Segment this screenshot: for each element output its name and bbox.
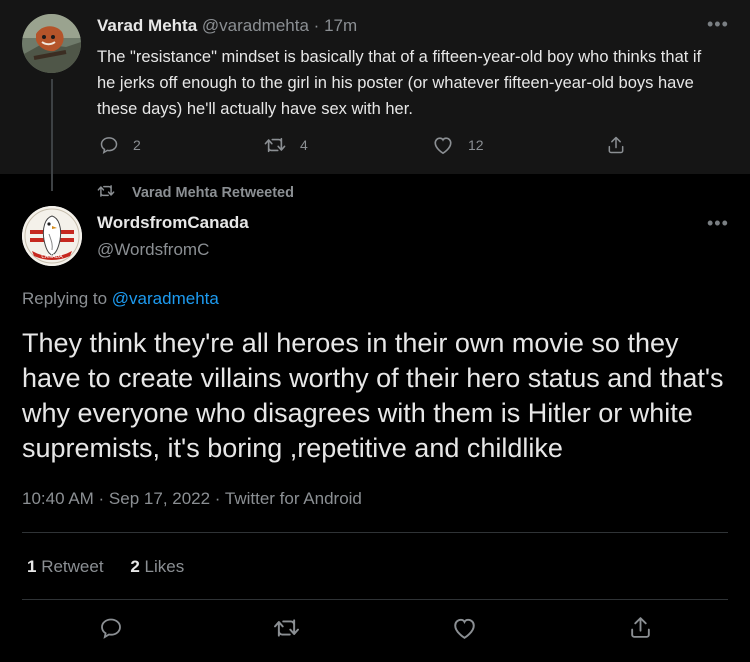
parent-tweet-header: Varad Mehta @varadmehta · 17m bbox=[97, 16, 357, 36]
reply-icon bbox=[99, 135, 119, 155]
retweet-indicator-icon bbox=[97, 183, 132, 203]
varad-mehta-avatar[interactable] bbox=[22, 14, 81, 73]
retweets-stat[interactable]: 1 Retweet bbox=[27, 557, 104, 576]
share-icon bbox=[628, 615, 653, 640]
parent-reply-button[interactable]: 2 bbox=[99, 135, 141, 155]
wordsfromcanada-avatar[interactable]: CANADA bbox=[22, 206, 82, 266]
main-tweet-text: They think they're all heroes in their o… bbox=[22, 328, 724, 463]
main-retweet-button[interactable] bbox=[273, 616, 300, 640]
retweet-icon bbox=[273, 616, 300, 640]
parent-tweet-time[interactable]: 17m bbox=[324, 16, 357, 35]
divider-bottom bbox=[22, 599, 728, 600]
retweets-label: Retweet bbox=[41, 557, 104, 576]
retweeted-by-indicator[interactable]: Varad Mehta Retweeted bbox=[97, 183, 294, 203]
retweets-count: 1 bbox=[27, 557, 37, 576]
parent-retweet-button[interactable]: 4 bbox=[264, 135, 308, 155]
main-author-handle[interactable]: @WordsfromC bbox=[97, 240, 209, 260]
parent-author-handle[interactable]: @varadmehta bbox=[202, 16, 309, 35]
parent-share-button[interactable] bbox=[606, 135, 626, 155]
likes-stat[interactable]: 2 Likes bbox=[130, 557, 184, 576]
parent-reply-count: 2 bbox=[133, 137, 141, 153]
replying-to-prefix: Replying to bbox=[22, 289, 108, 308]
replying-to-link[interactable]: @varadmehta bbox=[112, 289, 219, 308]
reply-icon bbox=[99, 616, 123, 640]
parent-retweet-count: 4 bbox=[300, 137, 308, 153]
parent-like-button[interactable]: 12 bbox=[432, 135, 484, 155]
main-reply-button[interactable] bbox=[99, 616, 123, 640]
replying-to-line: Replying to @varadmehta bbox=[22, 289, 219, 309]
divider-top bbox=[22, 532, 728, 533]
like-icon bbox=[451, 616, 478, 640]
retweet-icon bbox=[264, 135, 286, 155]
main-author-name[interactable]: WordsfromCanada bbox=[97, 213, 249, 233]
avatar-badge-text: CANADA bbox=[41, 254, 63, 260]
main-like-button[interactable] bbox=[451, 616, 478, 640]
main-more-options-button[interactable]: ••• bbox=[707, 213, 729, 234]
parent-tweet-text: The "resistance" mindset is basically th… bbox=[97, 48, 702, 118]
thread-connector-line bbox=[51, 79, 53, 191]
parent-like-count: 12 bbox=[468, 137, 484, 153]
retweeted-by-label: Varad Mehta Retweeted bbox=[132, 185, 294, 201]
parent-more-options-button[interactable]: ••• bbox=[707, 14, 729, 35]
parent-author-name[interactable]: Varad Mehta bbox=[97, 16, 197, 35]
share-icon bbox=[606, 135, 626, 155]
likes-count: 2 bbox=[130, 557, 140, 576]
engagement-stats: 1 Retweet 2 Likes bbox=[27, 557, 184, 577]
tweet-timestamp-source[interactable]: 10:40 AM · Sep 17, 2022 · Twitter for An… bbox=[22, 489, 362, 509]
main-share-button[interactable] bbox=[628, 615, 653, 640]
likes-label: Likes bbox=[144, 557, 185, 576]
like-icon bbox=[432, 135, 454, 155]
header-separator: · bbox=[313, 16, 320, 35]
